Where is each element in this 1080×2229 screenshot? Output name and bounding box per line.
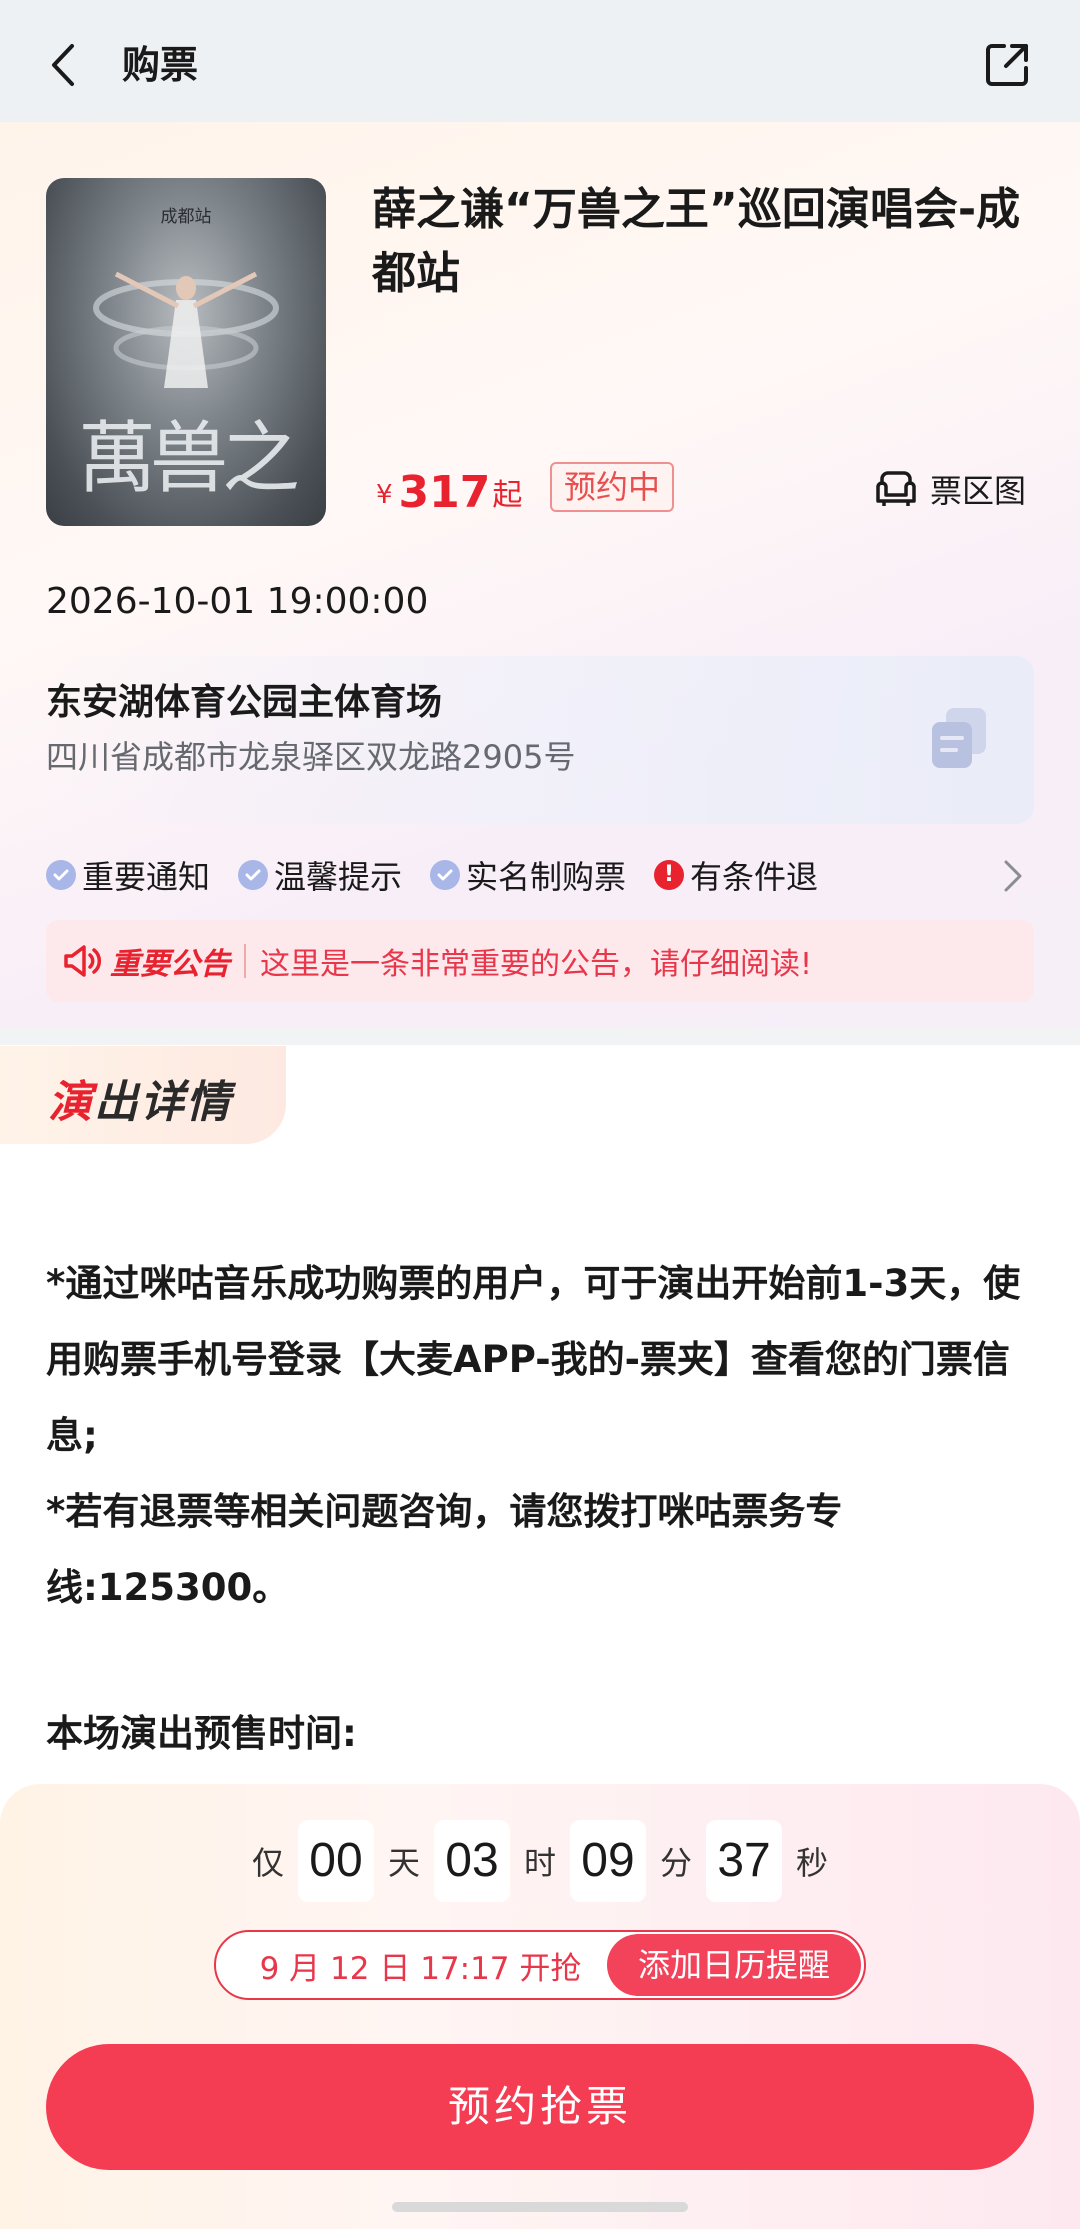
tag-label: 有条件退 bbox=[690, 858, 819, 896]
seat-map-button[interactable]: 票区图 bbox=[874, 466, 1026, 512]
countdown-timer: 仅 00 天 03 时 09 分 37 秒 bbox=[0, 1820, 1080, 1902]
announcement-text: 这里是一条非常重要的公告，请仔细阅读! bbox=[260, 947, 813, 982]
countdown-hours-unit: 时 bbox=[523, 1844, 556, 1882]
check-icon bbox=[46, 860, 76, 890]
event-title: 薛之谦“万兽之王”巡回演唱会-成都站 bbox=[372, 184, 1021, 299]
divider bbox=[244, 944, 246, 978]
price-suffix: 起 bbox=[492, 478, 523, 513]
countdown-days: 00 bbox=[297, 1820, 374, 1902]
home-indicator bbox=[392, 2202, 688, 2212]
tag-real-name[interactable]: 实名制购票 bbox=[430, 852, 626, 898]
countdown-seconds: 37 bbox=[706, 1820, 783, 1902]
bottom-action-panel: 仅 00 天 03 时 09 分 37 秒 9 月 12 日 17:17 开抢 … bbox=[0, 1784, 1080, 2229]
check-icon bbox=[430, 860, 461, 890]
check-icon bbox=[238, 860, 269, 890]
details-title: 演出详情 bbox=[48, 1066, 232, 1130]
chevron-right-icon[interactable] bbox=[1000, 858, 1024, 894]
countdown-minutes: 09 bbox=[570, 1820, 646, 1902]
add-calendar-reminder-button[interactable]: 添加日历提醒 bbox=[607, 1934, 861, 1996]
details-body: *通过咪咕音乐成功购票的用户，可于演出开始前1-3天，使用购票手机号登录【大麦A… bbox=[46, 1246, 1036, 1626]
price-value: 317 bbox=[398, 467, 491, 518]
venue-address: 四川省成都市龙泉驿区双龙路2905号 bbox=[46, 738, 576, 776]
top-nav-bar: 购票 bbox=[0, 0, 1080, 122]
sale-start-time: 9 月 12 日 17:17 开抢 bbox=[259, 1950, 582, 1987]
section-divider bbox=[0, 1027, 1080, 1045]
countdown-hours: 03 bbox=[433, 1820, 510, 1902]
warning-icon: ! bbox=[654, 860, 685, 890]
countdown-days-unit: 天 bbox=[387, 1844, 420, 1882]
price: ¥ 317 起 bbox=[376, 462, 522, 518]
tag-label: 温馨提示 bbox=[274, 858, 403, 896]
poster-logo: 萬兽之王 bbox=[77, 414, 300, 504]
details-title-accent: 演 bbox=[48, 1077, 94, 1128]
event-poster[interactable]: 成都站 萬兽之王 bbox=[46, 178, 326, 526]
sofa-icon bbox=[876, 471, 916, 506]
countdown-seconds-unit: 秒 bbox=[796, 1844, 829, 1882]
announcement-tag: 重要公告 bbox=[110, 947, 230, 982]
countdown-minutes-unit: 分 bbox=[660, 1844, 693, 1882]
tag-label: 实名制购票 bbox=[466, 858, 627, 896]
announcement-bar[interactable]: 重要公告 这里是一条非常重要的公告，请仔细阅读! bbox=[46, 920, 1034, 1002]
venue-name: 东安湖体育公园主体育场 bbox=[46, 682, 443, 723]
price-currency: ¥ bbox=[376, 480, 393, 510]
presale-time-label: 本场演出预售时间: bbox=[46, 1712, 357, 1755]
copy-icon[interactable] bbox=[926, 704, 992, 774]
details-paragraph: *若有退票等相关问题咨询，请您拨打咪咕票务专线:125300。 bbox=[46, 1490, 843, 1609]
share-icon[interactable] bbox=[982, 40, 1032, 90]
reserve-ticket-button[interactable]: 预约抢票 bbox=[46, 2044, 1034, 2170]
tag-warm-tips[interactable]: 温馨提示 bbox=[238, 852, 402, 898]
sale-reminder: 9 月 12 日 17:17 开抢 添加日历提醒 bbox=[214, 1930, 866, 2000]
megaphone-icon bbox=[64, 945, 102, 977]
service-tags[interactable]: 重要通知 温馨提示 实名制购票 ! 有条件退 bbox=[46, 846, 1036, 904]
tag-conditional-refund[interactable]: ! 有条件退 bbox=[654, 852, 818, 898]
status-badge: 预约中 bbox=[550, 462, 675, 512]
event-datetime: 2026-10-01 19:00:00 bbox=[46, 581, 429, 622]
tag-important-notice[interactable]: 重要通知 bbox=[46, 852, 210, 898]
details-paragraph: *通过咪咕音乐成功购票的用户，可于演出开始前1-3天，使用购票手机号登录【大麦A… bbox=[46, 1262, 1021, 1457]
page-title: 购票 bbox=[122, 43, 199, 87]
details-section-tab: 演出详情 bbox=[0, 1046, 286, 1144]
back-arrow-icon[interactable] bbox=[44, 40, 84, 90]
seat-map-label: 票区图 bbox=[930, 472, 1027, 510]
countdown-prefix: 仅 bbox=[251, 1844, 284, 1882]
details-title-rest: 出详情 bbox=[94, 1077, 232, 1128]
venue-card[interactable]: 东安湖体育公园主体育场 四川省成都市龙泉驿区双龙路2905号 bbox=[40, 656, 1034, 824]
tag-label: 重要通知 bbox=[82, 858, 211, 896]
